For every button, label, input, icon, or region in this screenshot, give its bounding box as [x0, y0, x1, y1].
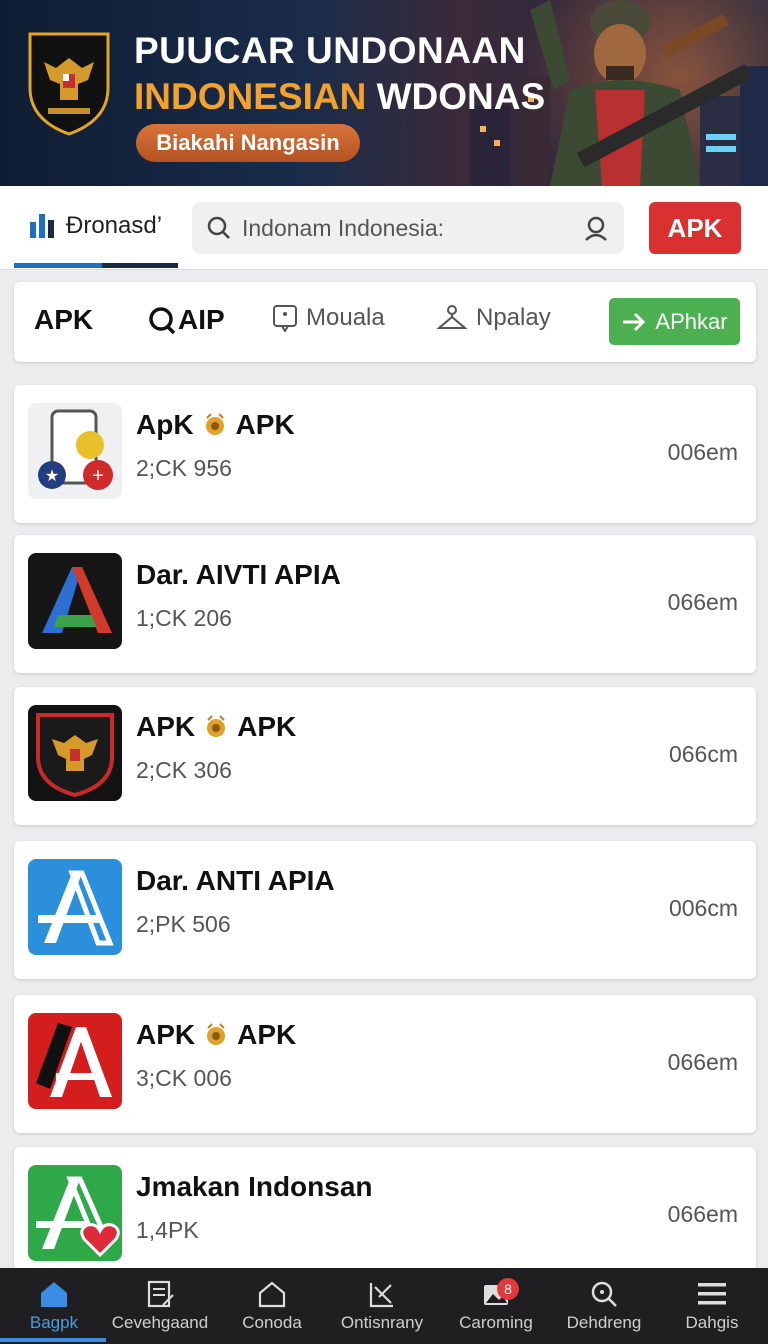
nav-label: Cevehgaand — [111, 1313, 209, 1332]
go-apk-button-label: APhkar — [655, 308, 728, 334]
filter-qaip-label: AIP — [178, 304, 225, 335]
nav-label: Ontisnrany — [340, 1313, 424, 1332]
phone-app-icon: ★ + — [28, 403, 122, 499]
header-active-underline — [14, 263, 178, 268]
medal-icon — [207, 1023, 226, 1045]
app-store-a-icon — [28, 859, 122, 955]
go-apk-button[interactable]: APhkar — [609, 298, 740, 345]
banner-title-line1: PUUCAR UNDONAAN — [134, 30, 526, 71]
app-list-item[interactable]: ★ + ApK APK 2;CK 956 006em — [14, 385, 756, 523]
app-size: 006em — [667, 439, 738, 465]
apk-button[interactable]: APK — [649, 202, 741, 254]
app-meta: 1,4PK — [136, 1217, 199, 1243]
app-size: 066em — [667, 1049, 738, 1075]
app-title-part: APK — [237, 711, 297, 742]
app-meta: 3;CK 006 — [136, 1065, 232, 1091]
app-meta: 2;CK 306 — [136, 757, 232, 783]
filter-moual-label: Mouala — [306, 304, 385, 331]
app-list-item[interactable]: APK APK 2;CK 306 066cm — [14, 687, 756, 825]
app-list-item[interactable]: Dar. AIVTI APIA 1;CK 206 066em — [14, 535, 756, 673]
red-a-app-icon — [28, 1013, 122, 1109]
nav-home[interactable]: Bagpk — [14, 1268, 94, 1344]
message-square-icon — [273, 305, 297, 332]
search-input-text: Indonam Indonesia: — [242, 214, 445, 241]
green-a-heart-app-icon — [28, 1165, 122, 1261]
nav-label: Conoda — [242, 1313, 302, 1332]
garuda-shield-app-icon — [28, 705, 122, 801]
app-title-part: Jmakan Indonsan — [136, 1171, 373, 1202]
app-title-part: APK — [136, 711, 196, 742]
nav-caroming[interactable]: Caroming — [450, 1268, 542, 1344]
notification-badge: 8 — [497, 1278, 519, 1300]
crossed-box-icon — [369, 1283, 393, 1308]
nav-label: Dahgis — [685, 1313, 739, 1332]
bar-chart-logo-icon — [30, 214, 54, 238]
nav-search[interactable]: Dehdreng — [560, 1268, 648, 1344]
medal-icon — [205, 413, 224, 435]
banner-title-highlight: INDONESIAN — [134, 76, 367, 117]
nav-active-indicator — [0, 1338, 106, 1342]
app-title: APK APK — [136, 1019, 296, 1051]
svg-text:★: ★ — [45, 468, 59, 485]
search-icon — [207, 216, 230, 239]
letter-a-app-icon — [28, 553, 122, 649]
nav-label: Dehdreng — [566, 1313, 642, 1332]
magnifier-icon — [591, 1281, 617, 1307]
document-edit-icon — [147, 1280, 174, 1308]
app-meta: 1;CK 206 — [136, 605, 232, 631]
app-title: Dar. AIVTI APIA — [136, 559, 341, 591]
filter-moual[interactable]: Mouala — [272, 304, 385, 332]
search-input[interactable]: Indonam Indonesia: — [192, 202, 624, 254]
app-size: 066cm — [668, 741, 738, 767]
app-title-part: Dar. ANTI APIA — [136, 865, 335, 896]
app-size: 066em — [667, 1201, 738, 1227]
nav-ontisnrany[interactable]: Ontisnrany — [334, 1268, 430, 1344]
app-list-item[interactable]: Dar. ANTI APIA 2;PK 506 006cm — [14, 841, 756, 979]
hamburger-menu-icon — [698, 1283, 726, 1305]
house-outline-icon — [258, 1281, 286, 1308]
svg-text:+: + — [92, 465, 104, 487]
bottom-navigation: Bagpk Cevehgaand Conoda Ontisnrany Carom… — [0, 1268, 768, 1344]
medal-icon — [207, 715, 226, 737]
app-title-part: ApK — [136, 409, 194, 440]
app-title-part: APK — [235, 409, 295, 440]
app-logo-text: Ðronasd’ — [66, 212, 163, 239]
app-size: 066em — [667, 589, 738, 615]
app-title-part: APK — [136, 1019, 196, 1050]
app-list-item[interactable]: Jmakan Indonsan 1,4PK 066em — [14, 1147, 756, 1271]
filter-bar: APK AIP Mouala Npalay APhkar — [14, 282, 756, 362]
filter-npalay-label: Npalay — [476, 304, 551, 331]
app-title: ApK APK — [136, 409, 295, 441]
nav-menu[interactable]: Dahgis — [674, 1268, 750, 1344]
nav-checklist[interactable]: Cevehgaand — [108, 1268, 212, 1344]
filter-apk[interactable]: APK — [34, 304, 93, 336]
app-title: Dar. ANTI APIA — [136, 865, 335, 897]
app-meta: 2;PK 506 — [136, 911, 231, 937]
home-icon — [41, 1282, 67, 1307]
soldier-illustration — [530, 0, 753, 186]
nav-label: Caroming — [459, 1313, 533, 1332]
filter-npalay[interactable]: Npalay — [436, 304, 551, 332]
q-search-icon — [149, 307, 176, 335]
garuda-crest-logo — [28, 32, 110, 136]
app-title: Jmakan Indonsan — [136, 1171, 373, 1203]
banner-cta-button[interactable]: Biakahi Nangasin — [136, 124, 360, 162]
app-header: Ðronasd’ Indonam Indonesia: APK — [0, 186, 768, 270]
app-title: APK APK — [136, 711, 296, 743]
arrow-right-icon — [623, 312, 646, 331]
hanger-icon — [436, 305, 468, 329]
banner-title-line2: INDONESIAN WDONAS — [134, 76, 545, 118]
filter-qaip[interactable]: AIP — [148, 304, 225, 336]
app-size: 006cm — [668, 895, 738, 921]
app-title-part: Dar. AIVTI APIA — [136, 559, 341, 590]
app-meta: 2;CK 956 — [136, 455, 232, 481]
nav-label: Bagpk — [29, 1313, 79, 1332]
user-search-icon[interactable] — [582, 214, 610, 242]
app-title-part: APK — [237, 1019, 297, 1050]
app-list-item[interactable]: APK APK 3;CK 006 066em — [14, 995, 756, 1133]
nav-conoda[interactable]: Conoda — [232, 1268, 312, 1344]
app-logo[interactable]: Ðronasd’ — [28, 212, 162, 240]
promo-banner[interactable]: PUUCAR UNDONAAN INDONESIAN WDONAS Biakah… — [0, 0, 768, 186]
